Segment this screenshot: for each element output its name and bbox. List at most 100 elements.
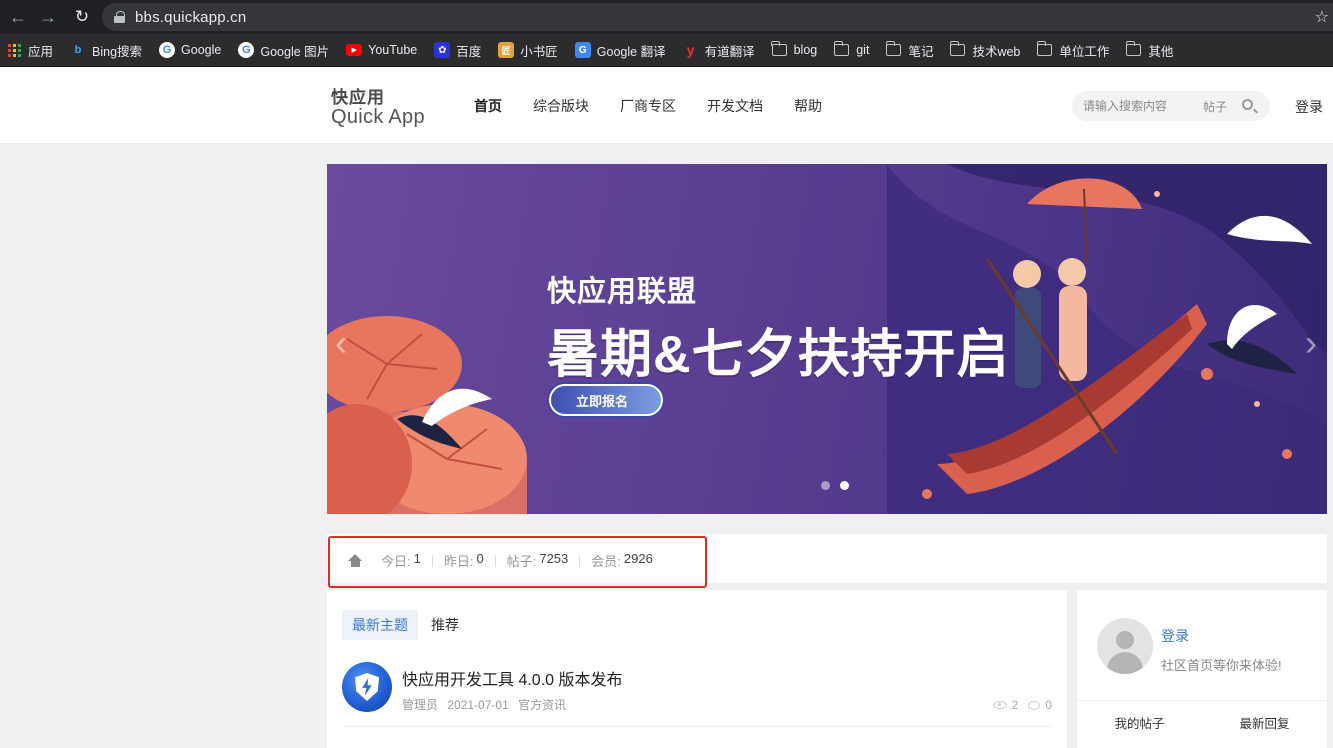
bing-icon: b xyxy=(74,44,82,56)
eye-icon xyxy=(992,701,1007,709)
bookmark-folder-work[interactable]: 单位工作 xyxy=(1036,41,1110,60)
bookmark-label: 技术web xyxy=(972,44,1021,59)
bookmark-label: Bing搜索 xyxy=(92,44,143,59)
bookmark-label: 小书匠 xyxy=(520,44,558,59)
bookmark-google[interactable]: G Google xyxy=(159,42,221,58)
chevron-right-icon[interactable]: › xyxy=(1305,322,1317,364)
logo-cn-text: 快应用 xyxy=(331,88,385,107)
bookmark-label: Google 翻译 xyxy=(596,44,666,59)
side-login-link[interactable]: 登录 xyxy=(1161,626,1189,646)
nav-vendor-zone[interactable]: 厂商专区 xyxy=(620,96,676,116)
baidu-paw-icon: ✿ xyxy=(434,42,451,58)
thread-category[interactable]: 官方资讯 xyxy=(518,698,566,712)
browser-toolbar: ← → ↻ bbs.quickapp.cn ☆ xyxy=(0,0,1333,34)
carousel-dot[interactable] xyxy=(821,481,830,490)
welcome-text: 社区首页等你来体验! xyxy=(1161,658,1282,673)
folder-icon xyxy=(771,41,787,56)
thread-stats: 2 0 xyxy=(992,698,1052,712)
translate-icon: G xyxy=(574,42,591,58)
bookmark-label: git xyxy=(856,43,870,57)
bookmark-label: Google 图片 xyxy=(260,44,330,59)
bookmark-folder-notes[interactable]: 笔记 xyxy=(885,41,934,60)
nav-general-forums[interactable]: 综合版块 xyxy=(533,96,589,116)
folder-icon xyxy=(1125,41,1142,56)
bookmark-baidu[interactable]: ✿ 百度 xyxy=(434,41,481,60)
thread-date: 2021-07-01 xyxy=(447,698,509,712)
avatar[interactable] xyxy=(1097,618,1153,674)
bookmark-youdao[interactable]: y 有道翻译 xyxy=(683,41,755,60)
search-box: 帖子 xyxy=(1072,91,1270,121)
user-silhouette-body xyxy=(1107,652,1143,674)
view-count: 2 xyxy=(1011,698,1019,712)
banner-signup-button[interactable]: 立即报名 xyxy=(549,384,663,416)
folder-icon xyxy=(833,41,850,56)
url-text[interactable]: bbs.quickapp.cn xyxy=(135,9,246,26)
bookmark-bing[interactable]: b Bing搜索 xyxy=(70,41,142,60)
thread-meta: 管理员 2021-07-01 官方资讯 xyxy=(402,696,572,713)
search-scope-select[interactable]: 帖子 xyxy=(1203,98,1227,115)
bookmark-xiaoshujiang[interactable]: 匠 小书匠 xyxy=(498,41,558,60)
user-panel-tabs: 我的帖子 最新回复 xyxy=(1077,700,1327,748)
carousel-indicators xyxy=(821,481,859,490)
bookmark-label: blog xyxy=(793,43,818,57)
forward-icon[interactable]: → xyxy=(36,5,60,29)
bookmark-google-images[interactable]: G Google 图片 xyxy=(238,41,329,60)
carousel-dot-active[interactable] xyxy=(840,481,849,490)
banner-carousel[interactable]: 快应用联盟 暑期&七夕扶持开启 立即报名 ‹ › xyxy=(327,164,1327,514)
youdao-icon: y xyxy=(686,42,695,58)
thread-author[interactable]: 管理员 xyxy=(402,698,438,712)
bookmark-label: 百度 xyxy=(456,44,482,59)
bookmark-label: 其他 xyxy=(1148,44,1174,59)
thread-title[interactable]: 快应用开发工具 4.0.0 版本发布 xyxy=(402,666,622,690)
tab-my-posts[interactable]: 我的帖子 xyxy=(1077,701,1202,748)
comment-icon xyxy=(1028,700,1041,710)
quickapp-logo[interactable]: 快应用 Quick App xyxy=(331,89,425,127)
google-icon: G xyxy=(159,42,176,58)
lock-icon xyxy=(114,11,125,23)
folder-icon xyxy=(1036,41,1053,56)
bookmark-folder-other[interactable]: 其他 xyxy=(1125,41,1174,60)
back-icon[interactable]: ← xyxy=(6,5,30,29)
user-panel: 登录 社区首页等你来体验! 我的帖子 最新回复 xyxy=(1077,590,1327,748)
tab-latest-replies[interactable]: 最新回复 xyxy=(1202,701,1327,748)
reload-icon[interactable]: ↻ xyxy=(70,5,94,29)
tab-recommended[interactable]: 推荐 xyxy=(421,610,469,640)
bookmark-youtube[interactable]: ▶ YouTube xyxy=(346,43,417,57)
thread-item[interactable]: 快应用开发工具 4.0.0 版本发布 管理员 2021-07-01 官方资讯 2… xyxy=(342,662,1052,727)
nav-dev-docs[interactable]: 开发文档 xyxy=(707,96,763,116)
bookmark-label: 单位工作 xyxy=(1059,44,1110,59)
bookmark-apps[interactable]: 应用 xyxy=(8,41,53,60)
bookmarks-bar: 应用 b Bing搜索 G Google G Google 图片 ▶ YouTu… xyxy=(0,34,1333,67)
search-icon[interactable] xyxy=(1242,99,1253,110)
bookmark-star-icon[interactable]: ☆ xyxy=(1315,7,1329,27)
nav-help[interactable]: 帮助 xyxy=(794,96,822,116)
bookmark-folder-techweb[interactable]: 技术web xyxy=(949,41,1021,60)
bookmark-folder-git[interactable]: git xyxy=(833,41,870,57)
thread-tabs: 最新主题 推荐 xyxy=(342,610,472,640)
tab-latest[interactable]: 最新主题 xyxy=(342,610,418,640)
bookmark-label: 有道翻译 xyxy=(704,44,755,59)
bookmark-label: Google xyxy=(181,43,222,57)
nav-home[interactable]: 首页 xyxy=(474,96,502,116)
reply-count: 0 xyxy=(1045,698,1052,712)
address-bar[interactable]: bbs.quickapp.cn ☆ xyxy=(102,3,1333,31)
folder-icon xyxy=(885,41,902,56)
bookmark-google-translate[interactable]: G Google 翻译 xyxy=(574,41,666,60)
youtube-icon: ▶ xyxy=(346,44,363,56)
user-silhouette-icon xyxy=(1116,631,1134,649)
chevron-left-icon[interactable]: ‹ xyxy=(335,322,347,364)
bookmark-folder-blog[interactable]: blog xyxy=(771,41,818,57)
banner-title: 暑期&七夕扶持开启 xyxy=(547,326,1010,384)
site-header: 快应用 Quick App 首页 综合版块 厂商专区 开发文档 帮助 帖子 登录 xyxy=(0,67,1333,144)
folder-icon xyxy=(949,41,966,56)
login-link[interactable]: 登录 xyxy=(1295,97,1323,117)
author-avatar[interactable] xyxy=(342,662,392,712)
main-nav: 首页 综合版块 厂商专区 开发文档 帮助 xyxy=(474,96,853,116)
bookmark-label: 应用 xyxy=(28,44,54,59)
bookmark-label: YouTube xyxy=(368,43,418,57)
banner-subtitle: 快应用联盟 xyxy=(547,276,698,308)
thread-list-panel: 最新主题 推荐 快应用开发工具 4.0.0 版本发布 管理员 2021-07-0… xyxy=(327,590,1067,748)
search-input[interactable] xyxy=(1083,99,1195,113)
annotation-highlight-box xyxy=(328,536,707,588)
bookmark-label: 笔记 xyxy=(908,44,934,59)
